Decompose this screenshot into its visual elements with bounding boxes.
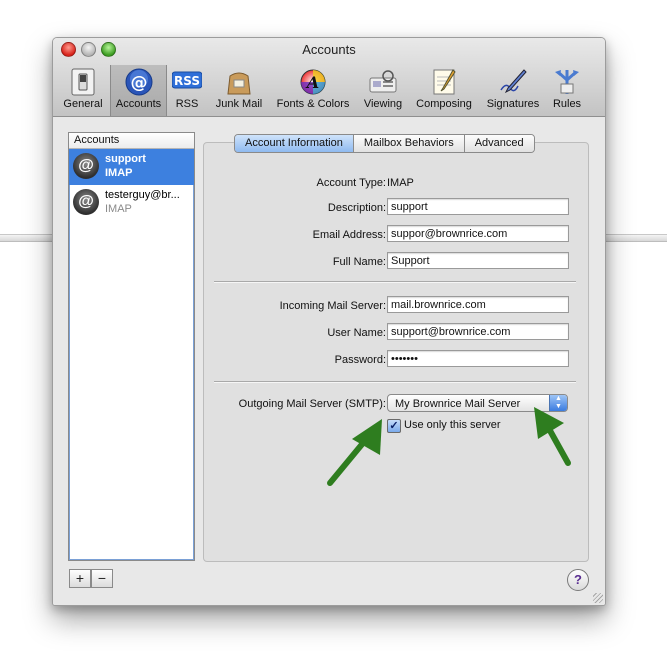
account-type: IMAP xyxy=(105,167,133,179)
tab-bar: Account Information Mailbox Behaviors Ad… xyxy=(234,134,535,153)
full-name-field[interactable]: Support xyxy=(387,252,569,269)
account-at-icon: @ xyxy=(73,189,99,215)
account-type: IMAP xyxy=(105,203,132,215)
section-divider xyxy=(214,381,576,383)
toolbar-viewing-label: Viewing xyxy=(363,98,403,110)
accounts-preferences-window: Accounts General @ Accounts RSS RSS Junk… xyxy=(52,37,606,606)
add-account-button[interactable]: + xyxy=(69,569,91,588)
incoming-server-field[interactable]: mail.brownrice.com xyxy=(387,296,569,313)
fonts-colors-icon: A xyxy=(300,69,326,95)
toolbar-accounts[interactable]: @ Accounts xyxy=(110,65,167,116)
toolbar-signatures-label: Signatures xyxy=(486,98,540,110)
tab-mailbox-behaviors[interactable]: Mailbox Behaviors xyxy=(353,135,465,152)
tab-account-information[interactable]: Account Information xyxy=(235,135,354,152)
remove-account-button[interactable]: − xyxy=(91,569,113,588)
viewing-icon xyxy=(369,70,397,93)
toolbar-signatures[interactable]: Signatures xyxy=(481,66,545,114)
toolbar-rss[interactable]: RSS RSS xyxy=(169,66,205,114)
svg-text:RSS: RSS xyxy=(174,74,200,88)
accounts-list[interactable]: Accounts @ support IMAP @ testerguy@br..… xyxy=(68,132,195,561)
use-only-this-server-checkbox[interactable]: ✓ xyxy=(387,419,401,433)
switch-icon xyxy=(71,68,95,96)
description-label: Description: xyxy=(327,202,386,214)
rules-icon xyxy=(555,70,579,94)
account-type-value: IMAP xyxy=(387,177,414,189)
content-area: Accounts @ support IMAP @ testerguy@br..… xyxy=(53,117,605,605)
accounts-list-header: Accounts xyxy=(69,133,194,149)
account-name: support xyxy=(105,153,146,165)
svg-text:@: @ xyxy=(130,73,147,93)
user-name-field[interactable]: support@brownrice.com xyxy=(387,323,569,340)
toolbar-general-label: General xyxy=(63,98,103,110)
account-row-testerguy[interactable]: @ testerguy@br... IMAP xyxy=(69,185,194,221)
account-row-support[interactable]: @ support IMAP xyxy=(69,149,194,185)
section-divider xyxy=(214,281,576,283)
help-button[interactable]: ? xyxy=(567,569,589,591)
resize-grip[interactable] xyxy=(593,593,603,603)
use-only-this-server-label: Use only this server xyxy=(404,419,501,431)
toolbar-general[interactable]: General xyxy=(59,66,107,114)
description-field[interactable]: support xyxy=(387,198,569,215)
password-label: Password: xyxy=(334,354,386,366)
email-address-label: Email Address: xyxy=(312,229,386,241)
account-information-panel: Account Type: IMAP Description: support … xyxy=(203,142,589,562)
toolbar-rules[interactable]: Rules xyxy=(547,66,587,114)
rss-icon: RSS xyxy=(172,71,202,89)
toolbar-junk-mail[interactable]: Junk Mail xyxy=(209,66,269,114)
toolbar-composing-label: Composing xyxy=(416,98,472,110)
toolbar-fonts-colors[interactable]: A Fonts & Colors xyxy=(271,66,355,114)
toolbar-rss-label: RSS xyxy=(175,98,199,110)
annotation-arrow-popup xyxy=(534,407,571,466)
signature-pen-icon xyxy=(500,69,527,94)
password-field[interactable]: ••••••• xyxy=(387,350,569,367)
smtp-label: Outgoing Mail Server (SMTP): xyxy=(238,398,386,410)
account-name: testerguy@br... xyxy=(105,189,180,201)
account-type-label: Account Type: xyxy=(316,177,386,189)
full-name-label: Full Name: xyxy=(332,256,386,268)
toolbar-accounts-label: Accounts xyxy=(115,98,162,110)
toolbar-viewing[interactable]: Viewing xyxy=(358,66,408,114)
annotation-arrow-checkbox xyxy=(327,419,382,486)
svg-text:A: A xyxy=(305,73,319,92)
toolbar-fonts-colors-label: Fonts & Colors xyxy=(276,98,350,110)
toolbar-composing[interactable]: Composing xyxy=(411,66,477,114)
account-at-icon: @ xyxy=(73,153,99,179)
email-address-field[interactable]: suppor@brownrice.com xyxy=(387,225,569,242)
incoming-server-label: Incoming Mail Server: xyxy=(279,300,386,312)
window-title: Accounts xyxy=(302,42,356,57)
titlebar: Accounts General @ Accounts RSS RSS Junk… xyxy=(53,38,605,117)
toolbar-rules-label: Rules xyxy=(552,98,582,110)
user-name-label: User Name: xyxy=(327,327,386,339)
tab-advanced[interactable]: Advanced xyxy=(464,135,534,152)
toolbar-junk-mail-label: Junk Mail xyxy=(215,98,263,110)
at-sign-icon: @ xyxy=(125,68,152,96)
composing-icon xyxy=(433,69,456,95)
junk-bag-icon xyxy=(227,72,251,95)
smtp-server-value: My Brownrice Mail Server xyxy=(395,398,521,410)
